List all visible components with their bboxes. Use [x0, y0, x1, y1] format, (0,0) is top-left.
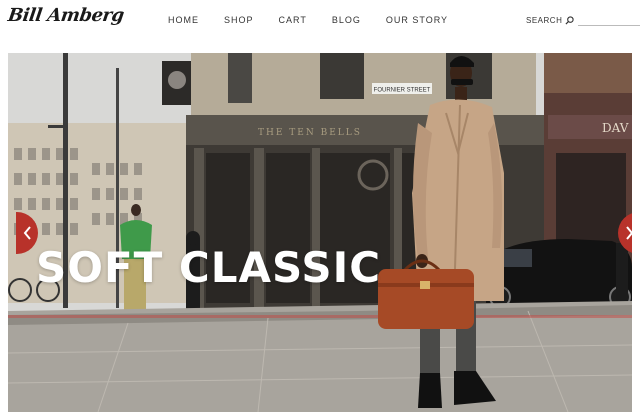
chevron-right-icon: [625, 226, 632, 240]
shop-sign: DAV: [602, 121, 629, 135]
brand-logo[interactable]: Bill Amberg: [7, 5, 126, 26]
main-nav: HOME SHOP CART BLOG OUR STORY: [168, 15, 448, 25]
hero-headline: SOFT CLASSIC: [36, 243, 382, 292]
search-input[interactable]: [578, 14, 640, 26]
search-icon[interactable]: [565, 15, 574, 25]
search-label: SEARCH: [526, 15, 563, 25]
street-sign: FOURNIER STREET: [374, 88, 431, 94]
nav-blog[interactable]: BLOG: [332, 15, 361, 25]
nav-shop[interactable]: SHOP: [224, 15, 254, 25]
nav-home[interactable]: HOME: [168, 15, 199, 25]
nav-our-story[interactable]: OUR STORY: [386, 15, 448, 25]
chevron-left-icon: [23, 226, 31, 240]
search-area: SEARCH: [526, 14, 640, 26]
site-header: Bill Amberg HOME SHOP CART BLOG OUR STOR…: [0, 0, 640, 44]
hero-image: FOURNIER STREET THE TEN BELLS DAV: [8, 53, 632, 412]
hero-slider: FOURNIER STREET THE TEN BELLS DAV SOFT C…: [8, 53, 632, 412]
nav-cart[interactable]: CART: [279, 15, 307, 25]
pub-sign: THE TEN BELLS: [258, 128, 362, 138]
